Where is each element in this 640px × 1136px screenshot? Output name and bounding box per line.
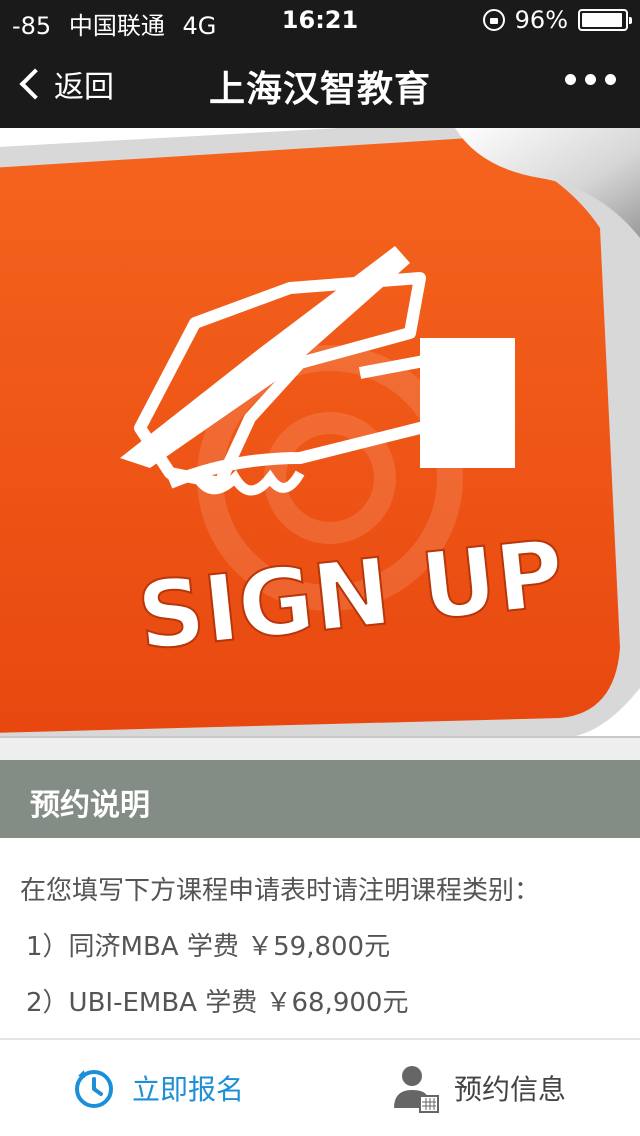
section-header: 预约说明 [0, 760, 640, 838]
booking-info-button[interactable]: 预约信息 [392, 1040, 566, 1136]
status-bar: -85 中国联通 4G 16:21 96% [0, 0, 640, 40]
nav-bar: 返回 上海汉智教育 [0, 40, 640, 128]
notes-intro: 在您填写下方课程申请表时请注明课程类别： [20, 876, 541, 906]
booking-notes: 在您填写下方课程申请表时请注明课程类别： 1）同济MBA 学费 ￥59,800元… [0, 838, 640, 1018]
battery-fill [582, 13, 623, 27]
booking-info-label: 预约信息 [454, 1073, 567, 1106]
signup-banner-image: SIGN UP [0, 128, 640, 738]
section-gap [0, 738, 640, 760]
signup-now-button[interactable]: 立即报名 [70, 1040, 244, 1136]
signup-now-label: 立即报名 [132, 1073, 245, 1106]
battery-icon [578, 9, 632, 31]
more-dot [565, 74, 576, 85]
notes-item: 1）同济MBA 学费 ￥59,800元 [26, 932, 391, 962]
notes-item: 2）UBI-EMBA 学费 ￥68,900元 [26, 988, 409, 1018]
status-bar-right: 96% [482, 6, 632, 34]
battery-percent: 96% [514, 6, 568, 34]
user-calendar-icon [394, 1066, 439, 1113]
clock-refresh-icon [75, 1070, 113, 1108]
rotation-lock-icon [482, 9, 505, 31]
signup-banner: SIGN UP [0, 128, 640, 738]
more-dot [605, 74, 616, 85]
more-icon[interactable] [565, 74, 616, 85]
page-title: 上海汉智教育 [208, 69, 431, 110]
more-dot [585, 74, 596, 85]
bottom-action-bar: 立即报名 预约信息 [0, 1038, 640, 1136]
